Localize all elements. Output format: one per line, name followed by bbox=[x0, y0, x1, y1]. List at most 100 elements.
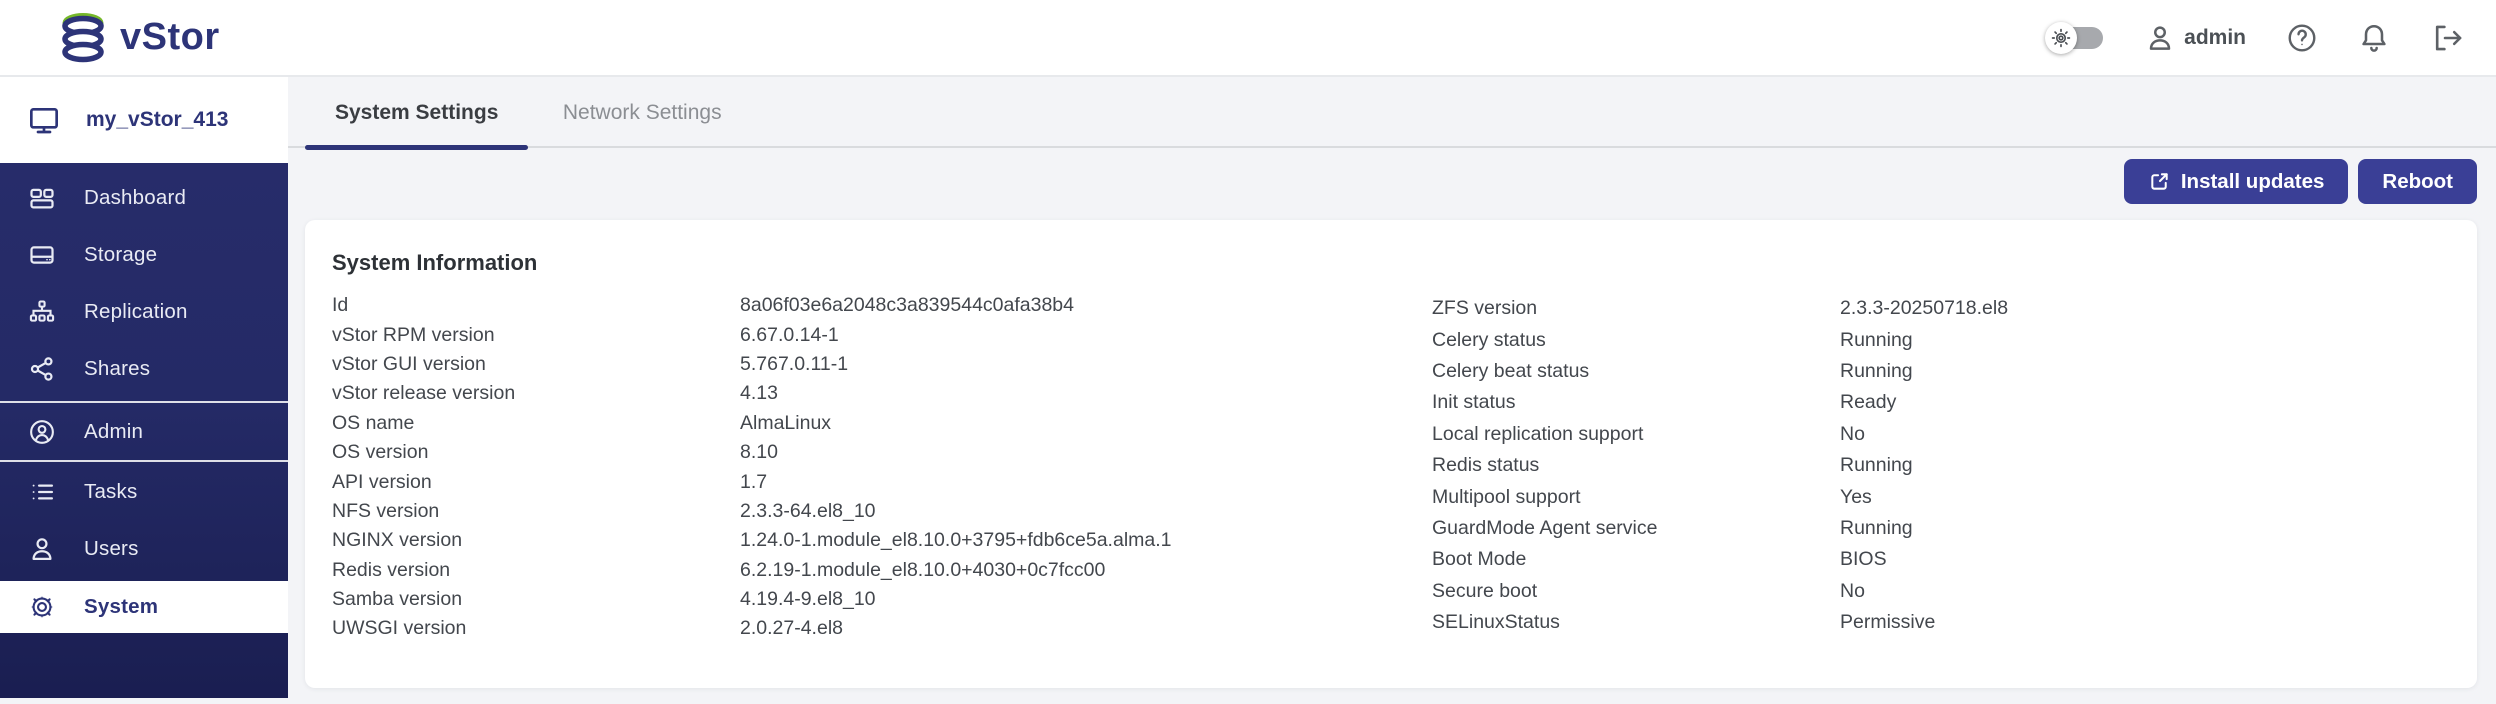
info-label: Samba version bbox=[332, 588, 740, 611]
info-row: API version 1.7 bbox=[332, 467, 1432, 496]
info-value: Running bbox=[1840, 329, 1913, 352]
notifications-button[interactable] bbox=[2358, 22, 2390, 54]
sidebar-item-system[interactable]: System bbox=[0, 581, 288, 633]
info-row: NGINX version 1.24.0-1.module_el8.10.0+3… bbox=[332, 526, 1432, 555]
sidebar-item-label: Shares bbox=[84, 357, 150, 381]
info-label: vStor release version bbox=[332, 382, 740, 405]
info-label: Redis version bbox=[332, 559, 740, 582]
info-row: SELinuxStatus Permissive bbox=[1432, 607, 2450, 638]
replication-icon bbox=[28, 298, 56, 326]
monitor-icon bbox=[28, 104, 60, 136]
info-row: vStor GUI version 5.767.0.11-1 bbox=[332, 350, 1432, 379]
info-row: Celery beat status Running bbox=[1432, 356, 2450, 387]
install-updates-button[interactable]: Install updates bbox=[2124, 159, 2349, 204]
info-value: AlmaLinux bbox=[740, 412, 831, 435]
vstor-logo: vStor bbox=[0, 12, 220, 64]
main-content: System Settings Network Settings Install… bbox=[288, 77, 2496, 704]
help-button[interactable] bbox=[2286, 22, 2318, 54]
info-label: Celery beat status bbox=[1432, 360, 1840, 383]
sidebar-item-admin[interactable]: Admin bbox=[0, 403, 288, 460]
info-label: vStor RPM version bbox=[332, 324, 740, 347]
sidebar-item-label: Dashboard bbox=[84, 186, 186, 210]
info-row: Boot Mode BIOS bbox=[1432, 544, 2450, 575]
sidebar-item-storage[interactable]: Storage bbox=[0, 226, 288, 283]
info-label: NGINX version bbox=[332, 529, 740, 552]
info-value: Running bbox=[1840, 454, 1913, 477]
info-row: Samba version 4.19.4-9.el8_10 bbox=[332, 585, 1432, 614]
info-label: OS version bbox=[332, 441, 740, 464]
sidebar-item-tasks[interactable]: Tasks bbox=[0, 463, 288, 520]
users-icon bbox=[28, 535, 56, 563]
info-value: 8a06f03e6a2048c3a839544c0afa38b4 bbox=[740, 294, 1074, 317]
sidebar-item-label: Replication bbox=[84, 300, 188, 324]
sidebar-nav: Dashboard Storage bbox=[0, 163, 288, 698]
external-link-icon bbox=[2148, 170, 2171, 193]
info-row: vStor release version 4.13 bbox=[332, 379, 1432, 408]
reboot-button[interactable]: Reboot bbox=[2358, 159, 2477, 204]
theme-toggle[interactable] bbox=[2045, 21, 2105, 55]
sidebar-separator bbox=[0, 460, 288, 462]
info-row: Init status Ready bbox=[1432, 387, 2450, 418]
tab-system-settings[interactable]: System Settings bbox=[305, 77, 528, 148]
reboot-label: Reboot bbox=[2382, 170, 2453, 194]
info-row: NFS version 2.3.3-64.el8_10 bbox=[332, 497, 1432, 526]
info-row: Secure boot No bbox=[1432, 576, 2450, 607]
info-row: Id 8a06f03e6a2048c3a839544c0afa38b4 bbox=[332, 291, 1432, 320]
info-label: Local replication support bbox=[1432, 423, 1840, 446]
database-logo-icon bbox=[60, 12, 106, 64]
info-row: Multipool support Yes bbox=[1432, 481, 2450, 512]
info-row: ZFS version 2.3.3-20250718.el8 bbox=[1432, 293, 2450, 324]
info-row: Redis version 6.2.19-1.module_el8.10.0+4… bbox=[332, 556, 1432, 585]
tab-bar: System Settings Network Settings bbox=[288, 77, 2496, 148]
sidebar-item-label: Users bbox=[84, 537, 139, 561]
info-label: Init status bbox=[1432, 391, 1840, 414]
info-label: Boot Mode bbox=[1432, 548, 1840, 571]
sidebar-item-replication[interactable]: Replication bbox=[0, 283, 288, 340]
info-label: Redis status bbox=[1432, 454, 1840, 477]
user-name: admin bbox=[2184, 26, 2246, 50]
info-label: Secure boot bbox=[1432, 580, 1840, 603]
shares-icon bbox=[28, 355, 56, 383]
info-label: API version bbox=[332, 471, 740, 494]
tab-network-settings[interactable]: Network Settings bbox=[533, 77, 752, 148]
install-updates-label: Install updates bbox=[2181, 170, 2325, 194]
top-header: vStor bbox=[0, 0, 2496, 77]
user-menu[interactable]: admin bbox=[2145, 23, 2246, 53]
info-row: UWSGI version 2.0.27-4.el8 bbox=[332, 614, 1432, 643]
info-value: BIOS bbox=[1840, 548, 1887, 571]
info-label: Id bbox=[332, 294, 740, 317]
system-information-panel: System Information Id 8a06f03e6a2048c3a8… bbox=[305, 220, 2477, 688]
info-label: GuardMode Agent service bbox=[1432, 517, 1840, 540]
info-value: Permissive bbox=[1840, 611, 1935, 634]
info-row: GuardMode Agent service Running bbox=[1432, 513, 2450, 544]
host-name: my_vStor_413 bbox=[86, 108, 228, 132]
user-icon bbox=[2145, 23, 2175, 53]
info-value: 4.13 bbox=[740, 382, 778, 405]
info-row: Redis status Running bbox=[1432, 450, 2450, 481]
sidebar-item-label: Storage bbox=[84, 243, 157, 267]
sidebar-host[interactable]: my_vStor_413 bbox=[0, 77, 288, 163]
action-bar: Install updates Reboot bbox=[2124, 159, 2477, 204]
info-value: Yes bbox=[1840, 486, 1872, 509]
logout-button[interactable] bbox=[2430, 21, 2464, 55]
sidebar-item-dashboard[interactable]: Dashboard bbox=[0, 169, 288, 226]
system-icon bbox=[28, 593, 56, 621]
info-label: vStor GUI version bbox=[332, 353, 740, 376]
info-value: 4.19.4-9.el8_10 bbox=[740, 588, 876, 611]
info-value: 6.67.0.14-1 bbox=[740, 324, 839, 347]
dashboard-icon bbox=[28, 184, 56, 212]
info-label: Celery status bbox=[1432, 329, 1840, 352]
sidebar-item-shares[interactable]: Shares bbox=[0, 340, 288, 397]
info-column-left: Id 8a06f03e6a2048c3a839544c0afa38b4 vSto… bbox=[332, 291, 1432, 644]
sidebar: my_vStor_413 Dashboard Storage bbox=[0, 77, 288, 698]
info-value: Ready bbox=[1840, 391, 1896, 414]
info-label: SELinuxStatus bbox=[1432, 611, 1840, 634]
info-value: 1.7 bbox=[740, 471, 767, 494]
info-value: 2.0.27-4.el8 bbox=[740, 617, 843, 640]
info-value: No bbox=[1840, 423, 1865, 446]
info-value: No bbox=[1840, 580, 1865, 603]
sidebar-item-users[interactable]: Users bbox=[0, 520, 288, 577]
admin-icon bbox=[28, 418, 56, 446]
header-actions: admin bbox=[2045, 21, 2496, 55]
sidebar-item-label: Tasks bbox=[84, 480, 137, 504]
